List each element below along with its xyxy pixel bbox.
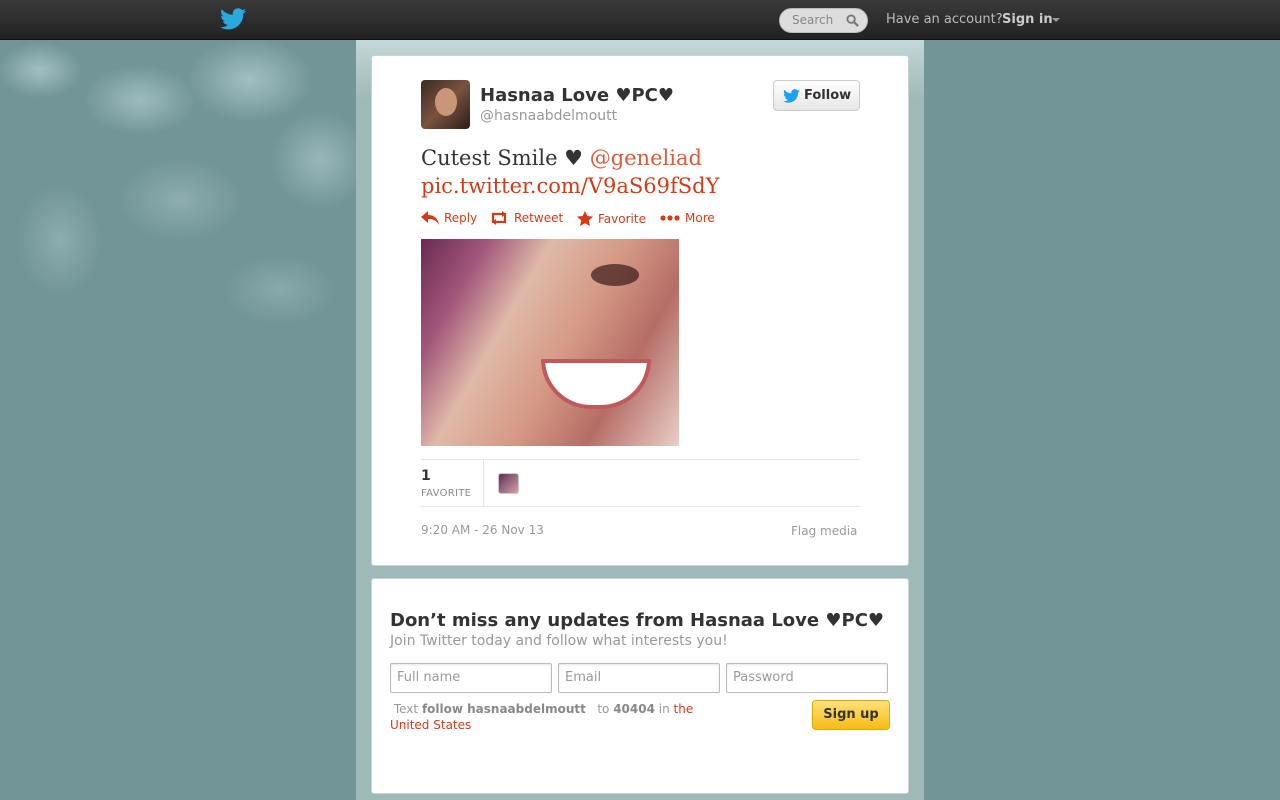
favorite-count[interactable]: 1: [421, 468, 431, 484]
sms-command: follow hasnaabdelmoutt: [421, 702, 586, 716]
email-field[interactable]: Email: [558, 663, 720, 693]
tweet-text-body: Cutest Smile ♥: [421, 146, 590, 170]
sms-follow-text: Text follow hasnaabdelmoutt to 40404 in …: [390, 701, 720, 733]
password-placeholder: Password: [733, 670, 794, 685]
favorite-count-label: FAVORITE: [421, 488, 472, 499]
reply-icon: [421, 211, 439, 225]
password-field[interactable]: Password: [726, 663, 888, 693]
follow-button[interactable]: Follow: [773, 80, 860, 111]
full-name-field[interactable]: Full name: [390, 663, 552, 693]
background-texture: [0, 40, 360, 360]
signup-title: Don’t miss any updates from Hasnaa Love …: [390, 610, 885, 631]
more-action[interactable]: More: [660, 211, 715, 225]
pic-link[interactable]: pic.twitter.com/V9aS69fSdY: [421, 172, 861, 200]
tweet-text: Cutest Smile ♥ @geneliad pic.twitter.com…: [421, 144, 861, 200]
signup-subtitle: Join Twitter today and follow what inter…: [390, 633, 728, 649]
avatar[interactable]: [421, 80, 470, 129]
stats-divider: [483, 460, 484, 506]
signup-button[interactable]: Sign up: [812, 700, 890, 730]
mention-link[interactable]: @geneliad: [590, 146, 702, 170]
twitter-bird-icon[interactable]: [220, 8, 246, 30]
search-placeholder: Search: [792, 13, 834, 27]
have-account-text: Have an account?: [886, 12, 1003, 27]
tweet-timestamp[interactable]: 9:20 AM - 26 Nov 13: [421, 523, 544, 537]
favorite-action[interactable]: Favorite: [577, 211, 646, 226]
sms-to: to: [597, 702, 610, 716]
flag-media-link[interactable]: Flag media: [791, 524, 857, 538]
search-input[interactable]: Search: [779, 8, 868, 33]
full-name-placeholder: Full name: [397, 670, 461, 685]
sign-in-link[interactable]: Sign in: [1002, 12, 1053, 27]
sms-text-label: Text: [393, 702, 419, 716]
favorite-label: Favorite: [598, 211, 646, 226]
follow-label: Follow: [804, 88, 852, 103]
retweet-icon: [491, 211, 507, 225]
twitter-bird-icon: [783, 89, 800, 103]
tweet-photo[interactable]: [421, 239, 679, 446]
signup-card: Don’t miss any updates from Hasnaa Love …: [371, 578, 909, 794]
star-icon: [577, 211, 593, 226]
tweet-stats: 1 FAVORITE: [421, 459, 860, 507]
email-placeholder: Email: [565, 670, 602, 685]
retweet-action[interactable]: Retweet: [489, 211, 563, 225]
top-bar: Search Have an account? Sign in: [0, 0, 1280, 40]
sms-number: 40404: [613, 702, 655, 716]
tweet-card: Hasnaa Love ♥PC♥ @hasnaabdelmoutt Follow…: [371, 55, 909, 566]
more-dots-icon: [660, 215, 680, 221]
retweet-label: Retweet: [514, 211, 564, 225]
user-name[interactable]: Hasnaa Love ♥PC♥: [480, 85, 674, 106]
reply-action[interactable]: Reply: [421, 211, 477, 225]
reply-label: Reply: [444, 211, 478, 225]
favoriter-avatar[interactable]: [498, 473, 519, 494]
more-label: More: [685, 211, 715, 225]
chevron-down-icon[interactable]: [1052, 18, 1060, 22]
sms-in: in: [658, 702, 670, 716]
search-icon[interactable]: [846, 14, 859, 27]
user-handle[interactable]: @hasnaabdelmoutt: [480, 108, 617, 124]
